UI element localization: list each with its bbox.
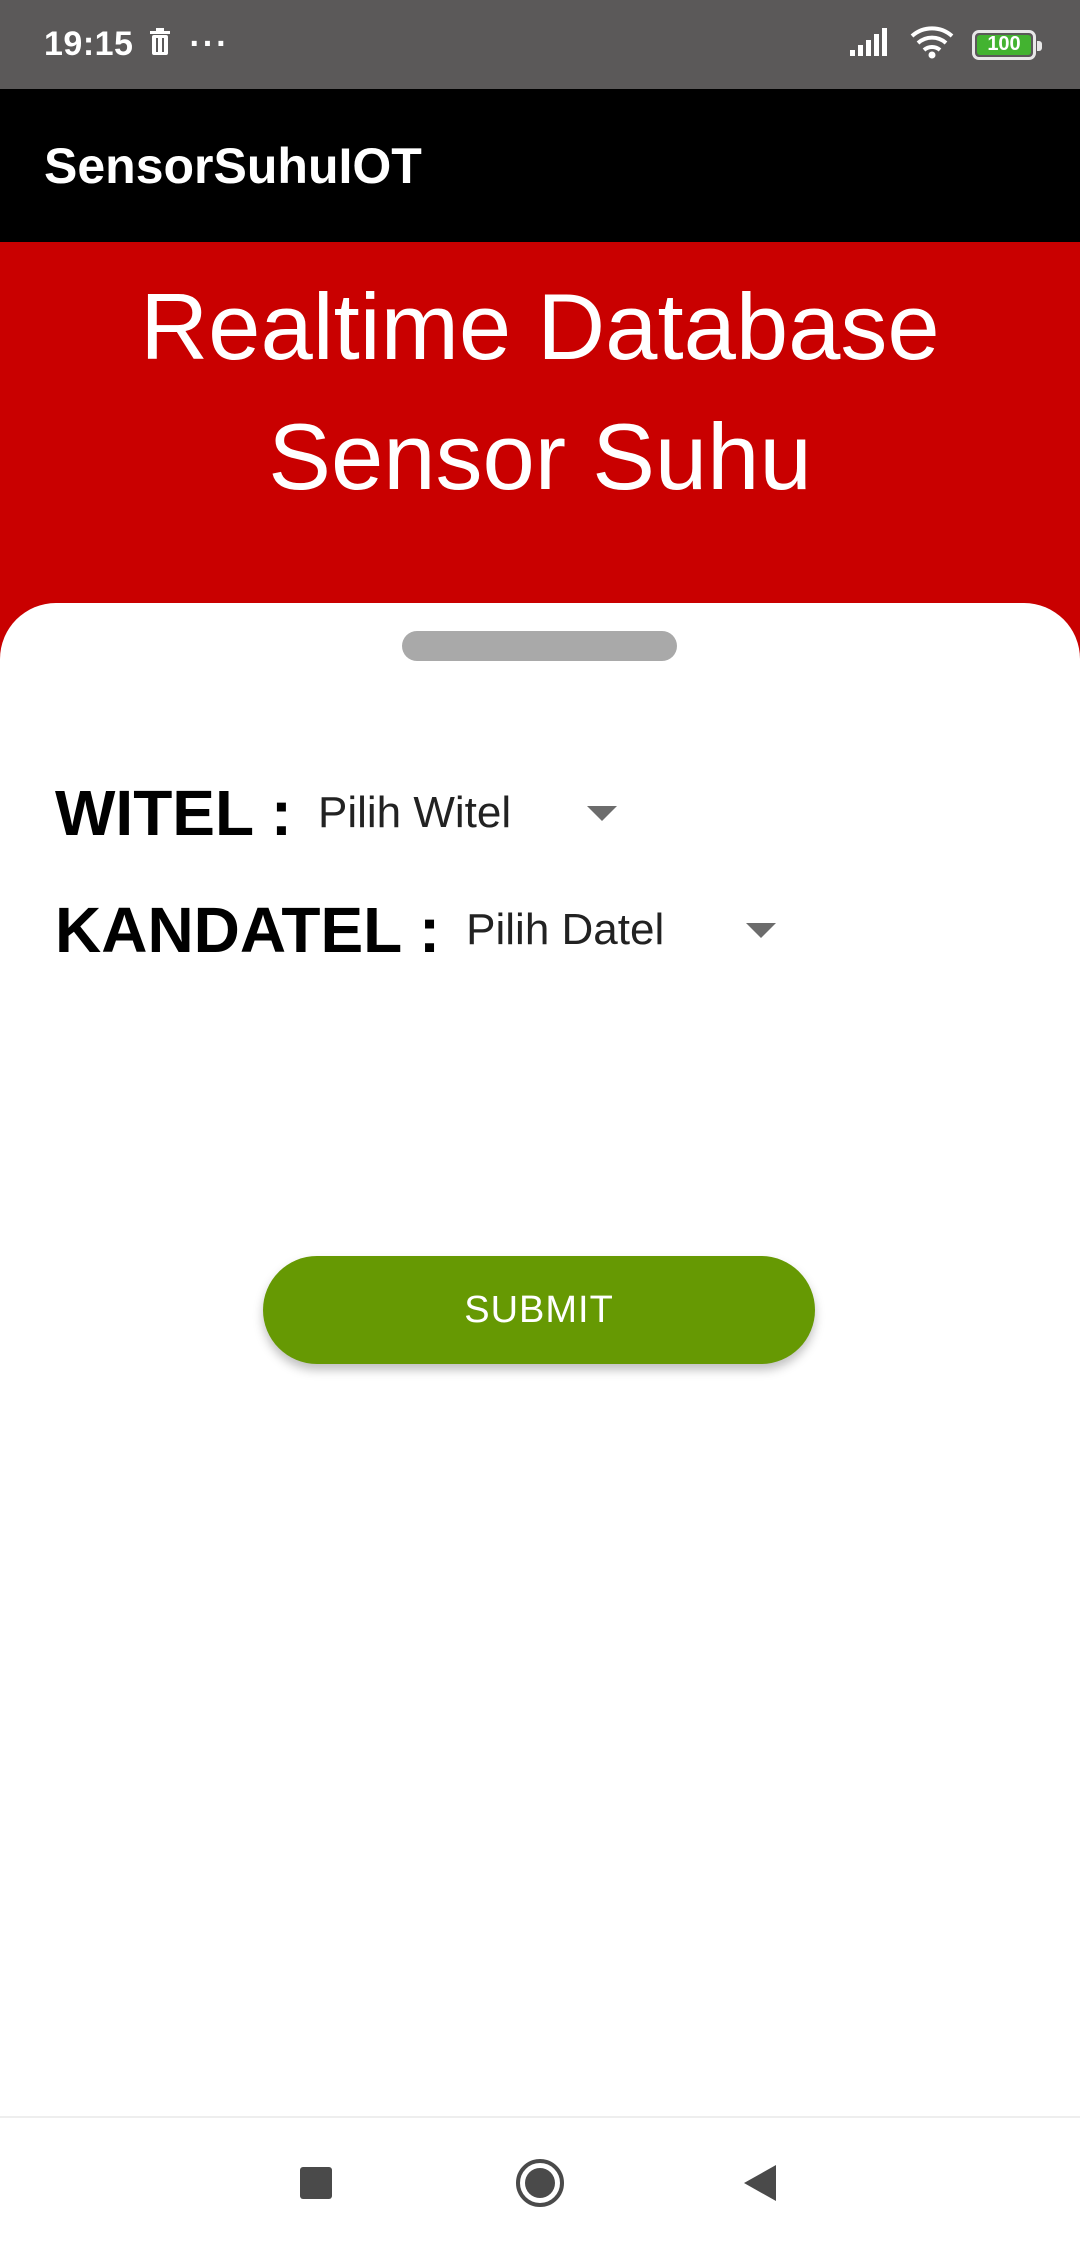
status-right: 100 bbox=[850, 25, 1042, 64]
navigation-bar bbox=[0, 2116, 1080, 2246]
signal-icon bbox=[850, 28, 892, 61]
witel-dropdown[interactable]: Pilih Witel bbox=[318, 773, 618, 853]
status-bar: 19:15 ··· 100 bbox=[0, 0, 1080, 89]
more-notifications-indicator: ··· bbox=[189, 25, 230, 63]
status-time: 19:15 bbox=[44, 25, 134, 63]
recents-button[interactable] bbox=[251, 2118, 381, 2246]
chevron-down-icon bbox=[587, 805, 618, 821]
witel-dropdown-value: Pilih Witel bbox=[318, 788, 512, 837]
witel-row: WITEL : Pilih Witel bbox=[55, 773, 618, 853]
back-button[interactable] bbox=[695, 2118, 825, 2246]
recents-icon bbox=[300, 2167, 332, 2199]
trash-icon bbox=[149, 28, 171, 61]
drag-handle[interactable] bbox=[402, 631, 677, 661]
screen: 19:15 ··· 100 SensorSuhuIOT Realtime Dat… bbox=[0, 0, 1080, 2246]
battery-icon: 100 bbox=[972, 29, 1042, 60]
kandatel-row: KANDATEL : Pilih Datel bbox=[55, 890, 777, 970]
submit-button[interactable]: SUBMIT bbox=[263, 1256, 815, 1364]
home-button[interactable] bbox=[475, 2118, 605, 2246]
battery-level: 100 bbox=[987, 33, 1021, 55]
header-banner: Realtime Database Sensor Suhu bbox=[0, 242, 1080, 662]
kandatel-label: KANDATEL : bbox=[55, 894, 441, 966]
app-title: SensorSuhuIOT bbox=[44, 137, 422, 194]
kandatel-dropdown-value: Pilih Datel bbox=[466, 905, 665, 954]
back-icon bbox=[744, 2165, 776, 2201]
home-icon bbox=[516, 2159, 564, 2207]
bottom-sheet: WITEL : Pilih Witel KANDATEL : Pilih Dat… bbox=[0, 603, 1080, 2116]
header-title: Realtime Database Sensor Suhu bbox=[0, 262, 1080, 522]
witel-label: WITEL : bbox=[55, 777, 292, 849]
header-title-line2: Sensor Suhu bbox=[268, 404, 812, 509]
app-bar: SensorSuhuIOT bbox=[0, 89, 1080, 242]
battery-cap bbox=[1037, 40, 1042, 51]
header-title-line1: Realtime Database bbox=[140, 274, 940, 379]
kandatel-dropdown[interactable]: Pilih Datel bbox=[466, 890, 777, 970]
chevron-down-icon bbox=[746, 922, 777, 938]
wifi-icon bbox=[910, 25, 954, 64]
status-left: 19:15 ··· bbox=[44, 25, 229, 64]
